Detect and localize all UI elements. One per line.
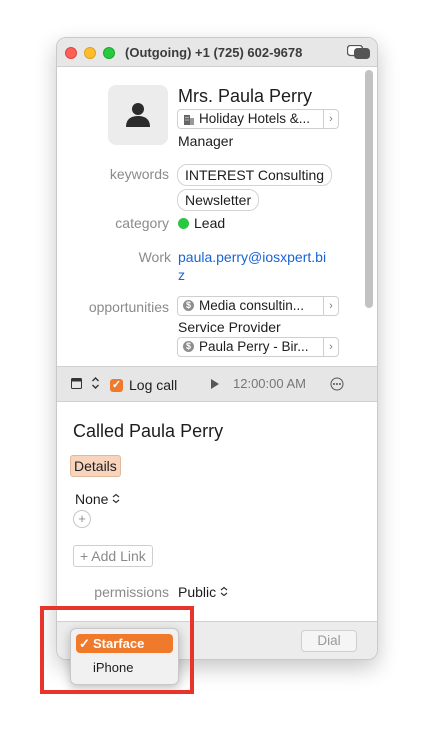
permissions-select[interactable]: Public [178, 584, 228, 600]
chevron-right-icon[interactable]: › [323, 297, 338, 315]
opportunity-name: Paula Perry - Bir... [199, 339, 309, 354]
email-line: paula.perry@iosxpert.bi [178, 249, 327, 265]
chevron-updown-icon [112, 493, 120, 504]
opportunity-field[interactable]: $ Paula Perry - Bir... › [177, 337, 339, 357]
chevron-right-icon[interactable]: › [323, 338, 338, 356]
calendar-icon[interactable] [71, 378, 82, 389]
keywords-label: keywords [109, 166, 169, 182]
chevron-right-icon[interactable]: › [323, 110, 338, 128]
avatar[interactable] [108, 85, 168, 145]
email-label: Work [138, 249, 171, 265]
plus-circle-icon[interactable]: + [73, 510, 91, 528]
log-call-checkbox[interactable]: ✓ [110, 379, 123, 392]
log-call-bar: ✓ Log call 12:00:00 AM [57, 366, 377, 402]
opportunity-field[interactable]: $ Media consultin... › [177, 296, 339, 316]
call-time[interactable]: 12:00:00 AM [233, 376, 306, 391]
call-window: (Outgoing) +1 (725) 602-9678 Mrs. Paula … [56, 37, 378, 660]
person-icon [126, 103, 150, 127]
title-bar: (Outgoing) +1 (725) 602-9678 [57, 38, 377, 67]
add-link-button[interactable]: + Add Link [73, 545, 153, 567]
permissions-label: permissions [94, 584, 169, 600]
zoom-button[interactable] [103, 47, 115, 59]
dollar-coin-icon: $ [183, 341, 194, 352]
chevron-updown-icon [220, 586, 228, 597]
switch-toggle-icon[interactable] [346, 44, 371, 64]
category-label: category [115, 215, 169, 231]
ellipsis-circle-icon[interactable] [330, 377, 344, 391]
keyword-tag[interactable]: Newsletter [177, 189, 260, 211]
window-title: (Outgoing) +1 (725) 602-9678 [125, 45, 303, 60]
category-value[interactable]: Lead [194, 215, 225, 231]
dollar-coin-icon: $ [183, 300, 194, 311]
email-link[interactable]: paula.perry@iosxpert.bi z [178, 248, 326, 284]
minimize-button[interactable] [84, 47, 96, 59]
contact-name[interactable]: Mrs. Paula Perry [178, 86, 312, 107]
building-icon [184, 115, 194, 125]
job-title[interactable]: Manager [178, 133, 233, 149]
play-icon[interactable] [211, 379, 219, 389]
company-field[interactable]: Holiday Hotels &... › [177, 109, 339, 129]
priority-value: None [75, 491, 109, 507]
category-color-dot [178, 218, 189, 229]
close-button[interactable] [65, 47, 77, 59]
log-call-label: Log call [129, 377, 178, 393]
dial-button[interactable]: Dial [301, 630, 357, 652]
keyword-tag[interactable]: INTEREST Consulting [177, 164, 333, 186]
company-name: Holiday Hotels &... [199, 111, 311, 126]
email-line: z [178, 267, 185, 283]
priority-select[interactable]: None [75, 491, 120, 507]
opportunity-name: Media consultin... [199, 298, 305, 313]
highlight-box [40, 606, 194, 694]
scrollbar-thumb[interactable] [365, 70, 373, 308]
activity-heading[interactable]: Called Paula Perry [73, 421, 223, 442]
permissions-value: Public [178, 584, 217, 600]
chevron-updown-icon[interactable] [91, 376, 100, 390]
opportunities-label: opportunities [88, 299, 169, 315]
tab-details[interactable]: Details [70, 455, 121, 477]
opportunity-role: Service Provider [178, 319, 281, 335]
